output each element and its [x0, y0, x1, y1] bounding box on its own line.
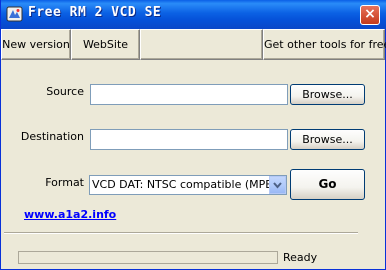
new-version-button[interactable]: New version — [1, 29, 71, 60]
destination-label: Destination — [20, 130, 84, 143]
window-title: Free RM 2 VCD SE — [28, 5, 162, 20]
website-button[interactable]: WebSite — [71, 29, 140, 60]
title-bar[interactable]: Free RM 2 VCD SE × — [1, 0, 386, 29]
go-button[interactable]: Go — [290, 169, 365, 200]
format-selected-value: VCD DAT: NTSC compatible (MPEG1, — [92, 178, 287, 191]
format-select[interactable]: VCD DAT: NTSC compatible (MPEG1, — [89, 175, 287, 195]
app-window: Free RM 2 VCD SE × New version WebSite G… — [0, 0, 386, 270]
close-button[interactable]: × — [360, 5, 380, 25]
format-label: Format — [45, 176, 84, 189]
toolbar-spacer — [140, 29, 263, 60]
destination-input[interactable] — [90, 129, 288, 150]
separator — [4, 232, 358, 234]
destination-browse-button[interactable]: Browse... — [290, 129, 365, 150]
source-label: Source — [46, 85, 84, 98]
progress-bar — [18, 251, 278, 264]
app-icon — [6, 6, 23, 22]
source-browse-button[interactable]: Browse... — [290, 84, 365, 105]
website-link[interactable]: www.a1a2.info — [24, 208, 116, 221]
dropdown-arrow-icon[interactable] — [269, 176, 286, 194]
source-input[interactable] — [90, 84, 288, 105]
status-text: Ready — [283, 251, 318, 264]
get-other-tools-button[interactable]: Get other tools for free — [263, 29, 386, 60]
close-icon: × — [364, 6, 376, 22]
